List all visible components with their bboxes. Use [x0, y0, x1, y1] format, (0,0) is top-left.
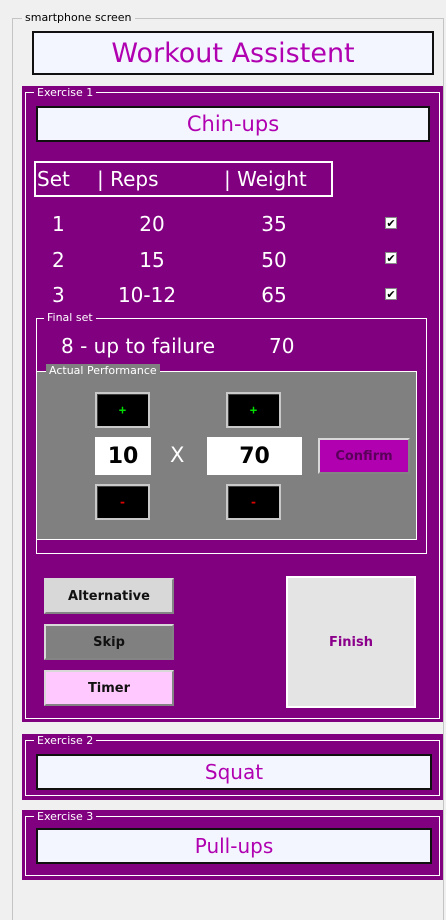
header-set: Set: [37, 167, 70, 191]
exercise-2-name: Squat: [36, 754, 432, 790]
actual-performance-legend: Actual Performance: [46, 364, 160, 377]
exercise-3-name: Pull-ups: [36, 828, 432, 864]
row-3-set: 3: [52, 283, 65, 307]
skip-button[interactable]: Skip: [44, 624, 174, 660]
exercise-3-legend: Exercise 3: [34, 810, 97, 823]
row-3-checkbox[interactable]: ✔: [385, 288, 397, 300]
row-1-set: 1: [52, 212, 65, 236]
header-reps: | Reps: [97, 167, 159, 191]
exercise-2-legend: Exercise 2: [34, 734, 97, 747]
alternative-button[interactable]: Alternative: [44, 578, 174, 614]
row-1-checkbox[interactable]: ✔: [385, 217, 397, 229]
weight-input[interactable]: 70: [207, 437, 302, 475]
minus-icon: -: [249, 495, 258, 509]
finish-button[interactable]: Finish: [286, 576, 416, 708]
final-set-legend: Final set: [44, 311, 96, 324]
smartphone-screen-label: smartphone screen: [22, 11, 135, 25]
row-1-weight: 35: [261, 212, 287, 236]
exercise-1-legend: Exercise 1: [34, 86, 97, 99]
times-sign: X: [170, 443, 185, 467]
plus-icon: +: [249, 403, 258, 417]
row-1-reps: 20: [139, 212, 165, 236]
final-set-reps: 8 - up to failure: [61, 334, 215, 358]
confirm-button[interactable]: Confirm: [318, 438, 410, 474]
row-2-weight: 50: [261, 248, 287, 272]
row-3-weight: 65: [261, 283, 287, 307]
row-3-reps: 10-12: [117, 283, 177, 307]
timer-button[interactable]: Timer: [44, 670, 174, 706]
plus-icon: +: [118, 403, 127, 417]
weight-decrement-button[interactable]: -: [226, 484, 281, 520]
final-set-weight: 70: [269, 334, 295, 358]
app-title: Workout Assistent: [32, 31, 434, 75]
reps-decrement-button[interactable]: -: [95, 484, 150, 520]
reps-input[interactable]: 10: [95, 437, 151, 475]
row-2-set: 2: [52, 248, 65, 272]
reps-increment-button[interactable]: +: [95, 392, 150, 428]
header-weight: | Weight: [224, 167, 307, 191]
row-2-checkbox[interactable]: ✔: [385, 252, 397, 264]
row-2-reps: 15: [139, 248, 165, 272]
exercise-1-name: Chin-ups: [36, 106, 430, 142]
weight-increment-button[interactable]: +: [226, 392, 281, 428]
minus-icon: -: [118, 495, 127, 509]
